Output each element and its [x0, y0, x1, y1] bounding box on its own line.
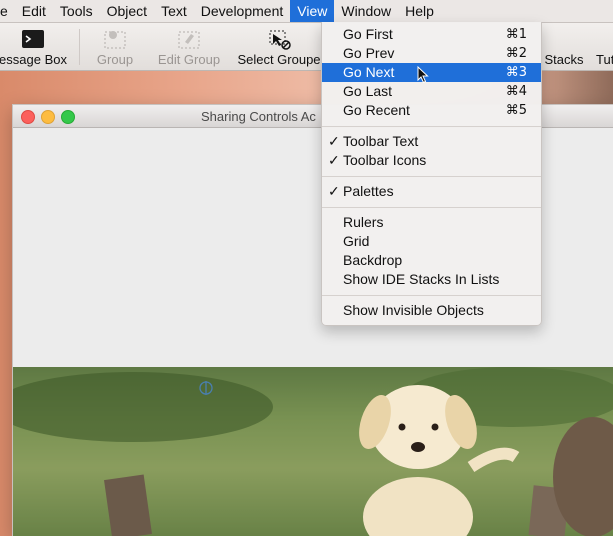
menu-item-go-recent[interactable]: Go Recent ⌘5	[322, 101, 541, 120]
stacks-icon-area	[540, 23, 588, 52]
menu-separator	[322, 207, 541, 208]
tutorials-icon-area	[596, 23, 613, 52]
select-grouped-button[interactable]: Select Groupe	[234, 23, 324, 70]
menu-item-label: Go First	[343, 26, 393, 42]
menu-text[interactable]: Text	[154, 0, 194, 22]
menu-object[interactable]: Object	[100, 0, 154, 22]
menu-item-shortcut: ⌘2	[505, 46, 527, 61]
menu-item-label: Show Invisible Objects	[343, 302, 484, 318]
menu-view[interactable]: View	[290, 0, 335, 22]
menu-tools[interactable]: Tools	[53, 0, 100, 22]
select-grouped-label: Select Groupe	[237, 52, 321, 67]
stacks-label: Stacks	[544, 52, 584, 67]
view-menu-dropdown: Go First ⌘1 Go Prev ⌘2 Go Next ⌘3 Go Las…	[321, 22, 542, 326]
menu-help[interactable]: Help	[398, 0, 441, 22]
edit-group-icon	[178, 31, 200, 49]
menu-bar: e Edit Tools Object Text Development Vie…	[0, 0, 613, 23]
edit-group-label: Edit Group	[157, 52, 221, 67]
menu-item-rulers[interactable]: Rulers	[322, 213, 541, 232]
group-icon	[104, 31, 126, 49]
tutorials-label: Tut	[596, 52, 613, 67]
checkmark-icon: ✓	[328, 133, 340, 149]
menu-item-label: Toolbar Text	[343, 133, 419, 149]
menu-window[interactable]: Window	[334, 0, 398, 22]
menu-edit[interactable]: Edit	[15, 0, 53, 22]
toolbar-separator	[79, 29, 80, 65]
menu-item-go-last[interactable]: Go Last ⌘4	[322, 82, 541, 101]
menu-item-grid[interactable]: Grid	[322, 232, 541, 251]
puppy-photo-image	[13, 367, 613, 536]
group-label: Group	[96, 52, 134, 67]
menu-item-show-invisible-objects[interactable]: Show Invisible Objects	[322, 301, 541, 320]
menu-separator	[322, 176, 541, 177]
zoom-button[interactable]	[61, 110, 75, 124]
checkmark-icon: ✓	[328, 152, 340, 168]
window-title: Sharing Controls Ac	[201, 109, 316, 124]
message-box-button[interactable]: essage Box	[0, 23, 72, 70]
minimize-button[interactable]	[41, 110, 55, 124]
edit-group-button[interactable]: Edit Group	[152, 23, 226, 70]
menu-separator	[322, 126, 541, 127]
menu-item-palettes[interactable]: ✓ Palettes	[322, 182, 541, 201]
menu-file[interactable]: e	[0, 0, 15, 22]
menu-item-label: Grid	[343, 233, 370, 249]
menu-item-label: Go Prev	[343, 45, 395, 61]
checkmark-icon: ✓	[328, 183, 340, 199]
menu-development[interactable]: Development	[194, 0, 291, 22]
menu-item-go-next[interactable]: Go Next ⌘3	[322, 63, 541, 84]
menu-item-shortcut: ⌘3	[505, 65, 527, 80]
menu-item-toolbar-icons[interactable]: ✓ Toolbar Icons	[322, 151, 541, 170]
menu-item-go-first[interactable]: Go First ⌘1	[322, 25, 541, 44]
stacks-button[interactable]: Stacks	[540, 23, 588, 70]
menu-item-show-ide-stacks[interactable]: Show IDE Stacks In Lists	[322, 270, 541, 289]
menu-item-backdrop[interactable]: Backdrop	[322, 251, 541, 270]
menu-item-label: Backdrop	[343, 252, 403, 268]
menu-item-shortcut: ⌘4	[505, 84, 527, 99]
menu-item-label: Toolbar Icons	[343, 152, 427, 168]
group-button[interactable]: Group	[90, 23, 140, 70]
menu-item-label: Go Recent	[343, 102, 410, 118]
terminal-icon	[22, 30, 44, 48]
select-grouped-icon	[269, 30, 291, 50]
menu-item-label: Go Next	[343, 64, 395, 80]
menu-item-label: Rulers	[343, 214, 384, 230]
message-box-label: essage Box	[0, 52, 67, 67]
menu-item-label: Go Last	[343, 83, 393, 99]
close-button[interactable]	[21, 110, 35, 124]
menu-separator	[322, 295, 541, 296]
menu-item-shortcut: ⌘1	[505, 27, 527, 42]
menu-item-shortcut: ⌘5	[505, 103, 527, 118]
menu-item-toolbar-text[interactable]: ✓ Toolbar Text	[322, 132, 541, 151]
menu-item-label: Palettes	[343, 183, 394, 199]
menu-item-label: Show IDE Stacks In Lists	[343, 271, 500, 287]
tutorials-button[interactable]: Tut	[596, 23, 613, 70]
menu-item-go-prev[interactable]: Go Prev ⌘2	[322, 44, 541, 63]
puppy-photo	[13, 367, 613, 536]
